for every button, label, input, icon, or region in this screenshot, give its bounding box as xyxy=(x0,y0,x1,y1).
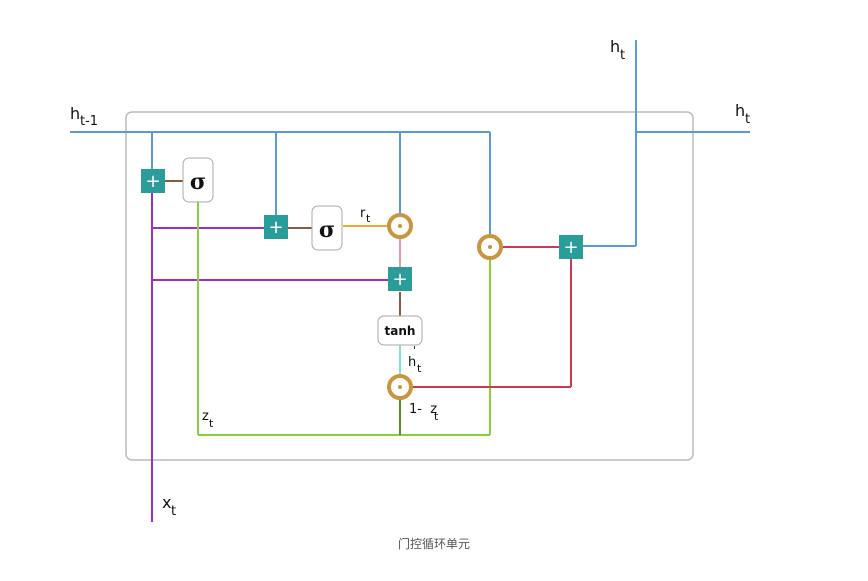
plus-op-2: + xyxy=(264,215,288,239)
plus-icon: + xyxy=(268,217,283,238)
tanh-label: tanh xyxy=(385,324,416,338)
label-z: z t xyxy=(202,409,214,430)
label-one-minus-z: 1- z t xyxy=(409,402,439,423)
label-h-prev-main: h xyxy=(70,104,80,123)
label-z-main: z xyxy=(202,409,209,424)
plus-icon: + xyxy=(563,237,578,258)
label-x: x t xyxy=(162,493,176,519)
label-x-sub: t xyxy=(171,504,176,519)
label-h-right-main: h xyxy=(735,101,745,120)
plus-icon: + xyxy=(392,269,407,290)
label-h-top: h t xyxy=(610,37,625,63)
figure-caption: 门控循环单元 xyxy=(397,537,470,551)
plus-op-1: + xyxy=(141,169,165,193)
hadamard-op-1 xyxy=(387,213,413,239)
label-r: r t xyxy=(360,206,371,225)
plus-op-3: + xyxy=(388,267,412,291)
sigma-label-1: σ xyxy=(190,169,206,195)
label-h-prev-sub: t-1 xyxy=(80,114,98,129)
label-one-minus-z-main: 1- z xyxy=(409,402,437,417)
label-h-candidate-main: h xyxy=(408,355,416,370)
plus-op-4: + xyxy=(559,235,583,259)
label-h-candidate-sub: t xyxy=(417,362,422,375)
gru-diagram: σ σ tanh + + + + h t-1 h t h t x t r t z… xyxy=(70,37,750,522)
sigma-label-2: σ xyxy=(319,217,335,243)
hadamard-op-3 xyxy=(387,374,413,400)
label-h-candidate: h ' t xyxy=(408,344,422,375)
hidden-state-lines xyxy=(70,40,750,247)
label-h-prev: h t-1 xyxy=(70,104,98,129)
plus-icon: + xyxy=(145,171,160,192)
update-gate-lines xyxy=(197,202,491,436)
sigma-box-2: σ xyxy=(311,205,343,251)
label-z-sub: t xyxy=(209,417,214,430)
label-h-right: h t xyxy=(735,101,750,127)
label-h-top-sub: t xyxy=(620,48,625,63)
label-r-sub: t xyxy=(366,212,371,225)
sigma-box-1: σ xyxy=(182,157,214,203)
label-h-right-sub: t xyxy=(745,112,750,127)
label-h-top-main: h xyxy=(610,37,620,56)
input-lines xyxy=(151,192,388,522)
tanh-box: tanh xyxy=(377,315,423,346)
output-lines xyxy=(412,246,572,388)
label-h-candidate-sup: ' xyxy=(413,344,416,357)
label-one-minus-z-sub: t xyxy=(434,410,439,423)
hadamard-op-2 xyxy=(477,234,503,260)
